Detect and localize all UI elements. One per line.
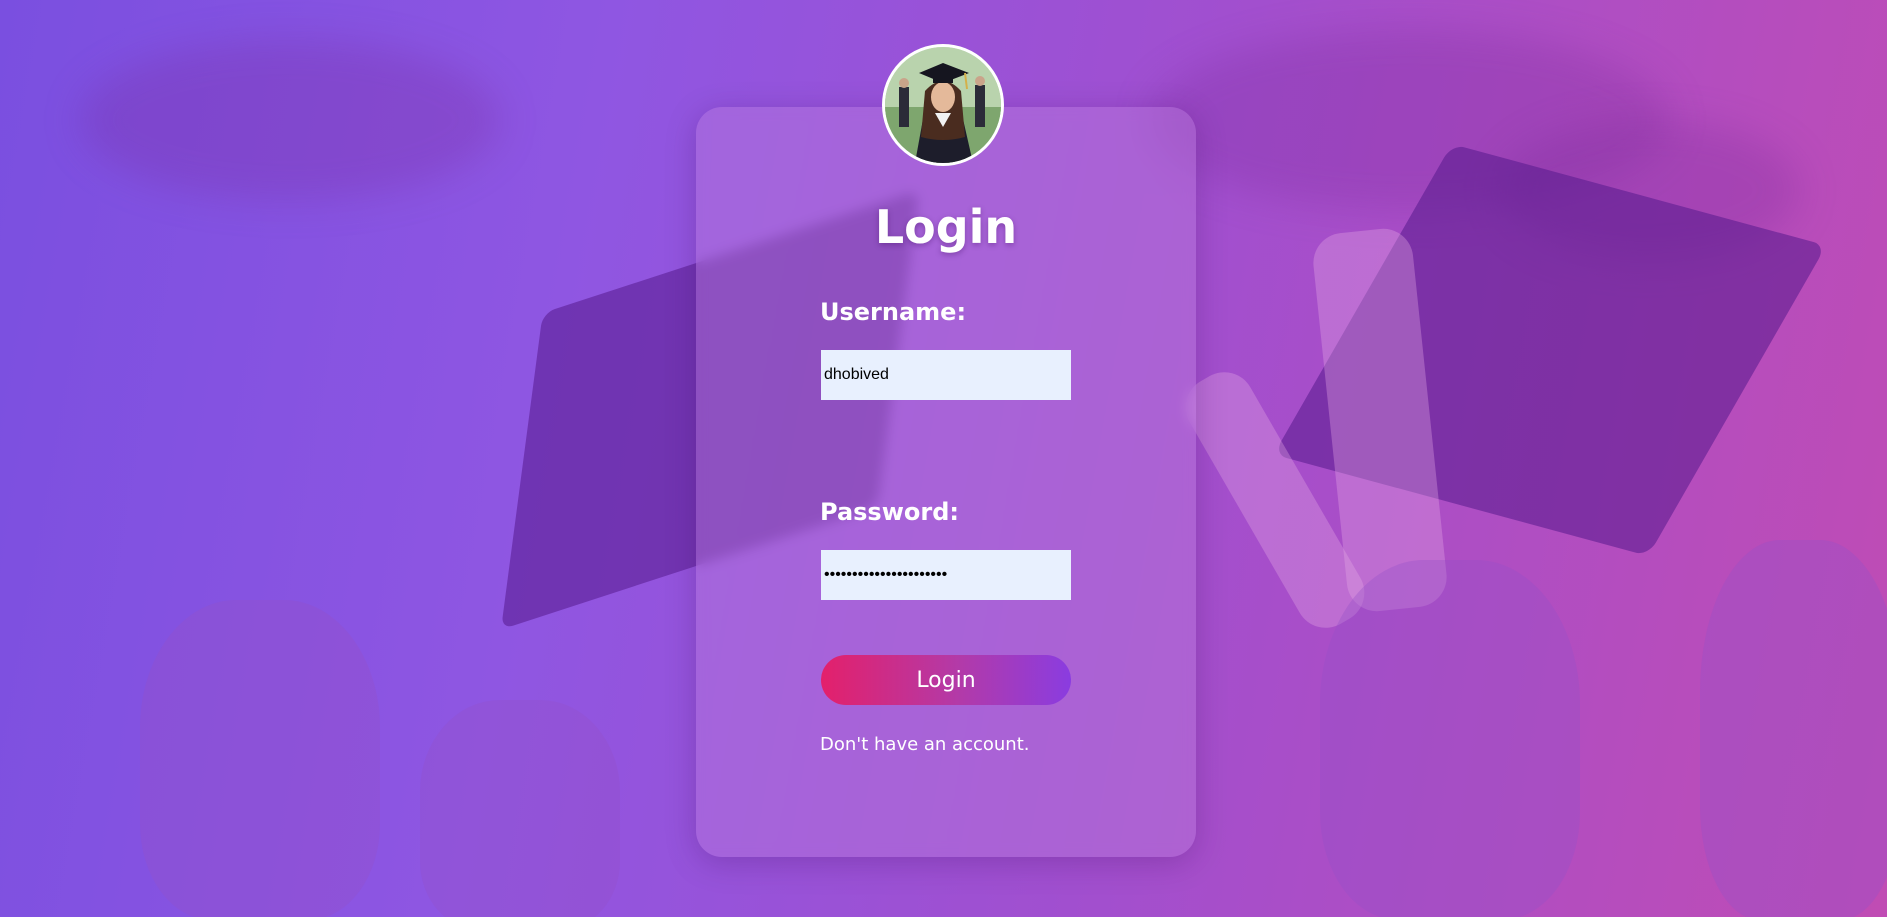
password-input[interactable] (821, 550, 1071, 600)
graduate-avatar-icon (885, 47, 1001, 163)
avatar (882, 44, 1004, 166)
login-button[interactable]: Login (821, 655, 1071, 705)
signup-link[interactable]: Don't have an account. (820, 733, 1030, 757)
password-label: Password: (820, 498, 959, 526)
username-label: Username: (820, 298, 967, 326)
page-title: Login (874, 200, 1018, 254)
username-input[interactable] (821, 350, 1071, 400)
